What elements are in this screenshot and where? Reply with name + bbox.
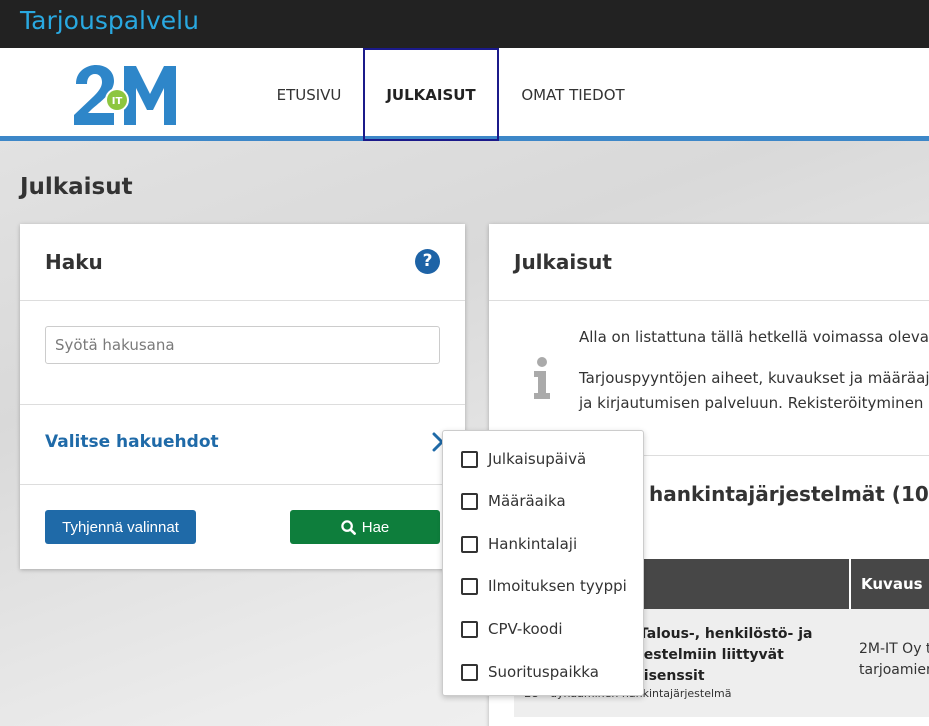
logo-badge-text: IT bbox=[112, 96, 123, 107]
info-text-line: ja kirjautumisen palveluun. Rekisteröity… bbox=[579, 394, 929, 412]
main-nav: IT ETUSIVU JULKAISUT OMAT TIEDOT bbox=[0, 48, 929, 141]
nav-omat-tiedot[interactable]: OMAT TIEDOT bbox=[510, 48, 636, 141]
clear-selections-button[interactable]: Tyhjennä valinnat bbox=[45, 510, 196, 544]
app-title[interactable]: Tarjouspalvelu bbox=[20, 6, 199, 35]
page-title: Julkaisut bbox=[20, 174, 133, 200]
search-panel-title: Haku bbox=[45, 250, 103, 274]
filter-option-maaraaika[interactable]: Määräaika bbox=[461, 488, 566, 514]
checkbox[interactable] bbox=[461, 663, 478, 681]
divider bbox=[20, 484, 465, 485]
row-description: 2M-IT Oy to tarjoamien bbox=[859, 641, 929, 678]
top-bar: Tarjouspalvelu bbox=[0, 0, 929, 48]
checkbox[interactable] bbox=[461, 492, 478, 510]
filters-dropdown: Julkaisupäivä Määräaika Hankintalaji Ilm… bbox=[442, 430, 644, 696]
checkbox[interactable] bbox=[461, 577, 478, 595]
nav-julkaisut[interactable]: JULKAISUT bbox=[363, 48, 499, 141]
filter-option-ilmoituksen-tyyppi[interactable]: Ilmoituksen tyyppi bbox=[461, 573, 627, 599]
checkbox[interactable] bbox=[461, 535, 478, 553]
column-header-kuvaus[interactable]: Kuvaus bbox=[849, 559, 929, 609]
checkbox[interactable] bbox=[461, 620, 478, 638]
publications-panel-title: Julkaisut bbox=[514, 250, 612, 274]
info-icon bbox=[534, 357, 550, 399]
info-text-line: Tarjouspyyntöjen aiheet, kuvaukset ja mä… bbox=[579, 369, 929, 387]
search-panel: Haku ? Valitse hakuehdot Tyhjennä valinn… bbox=[20, 224, 465, 569]
row-name[interactable]: Talous-, henkilöstö- ja jestelmiin liitt… bbox=[639, 624, 849, 687]
filter-option-hankintalaji[interactable]: Hankintalaji bbox=[461, 531, 577, 557]
company-logo[interactable]: IT bbox=[72, 64, 178, 126]
checkbox[interactable] bbox=[461, 450, 478, 468]
filter-option-julkaisupaiva[interactable]: Julkaisupäivä bbox=[461, 446, 586, 472]
nav-etusivu[interactable]: ETUSIVU bbox=[262, 48, 356, 141]
procurement-systems-heading: hankintajärjestelmät (10) bbox=[649, 482, 929, 506]
search-button-label: Hae bbox=[361, 518, 390, 536]
filter-option-cpv-koodi[interactable]: CPV-koodi bbox=[461, 616, 563, 642]
search-input[interactable] bbox=[45, 326, 440, 364]
info-text-line: Alla on listattuna tällä hetkellä voimas… bbox=[579, 328, 929, 346]
search-button[interactable]: Hae bbox=[290, 510, 440, 544]
publications-panel-header: Julkaisut bbox=[489, 224, 929, 301]
divider bbox=[20, 404, 465, 405]
search-panel-header: Haku ? bbox=[20, 224, 465, 301]
filter-option-suorituspaikka[interactable]: Suorituspaikka bbox=[461, 659, 599, 685]
help-icon[interactable]: ? bbox=[415, 249, 440, 274]
search-icon bbox=[341, 519, 356, 535]
select-filters-toggle[interactable]: Valitse hakuehdot bbox=[45, 432, 219, 452]
